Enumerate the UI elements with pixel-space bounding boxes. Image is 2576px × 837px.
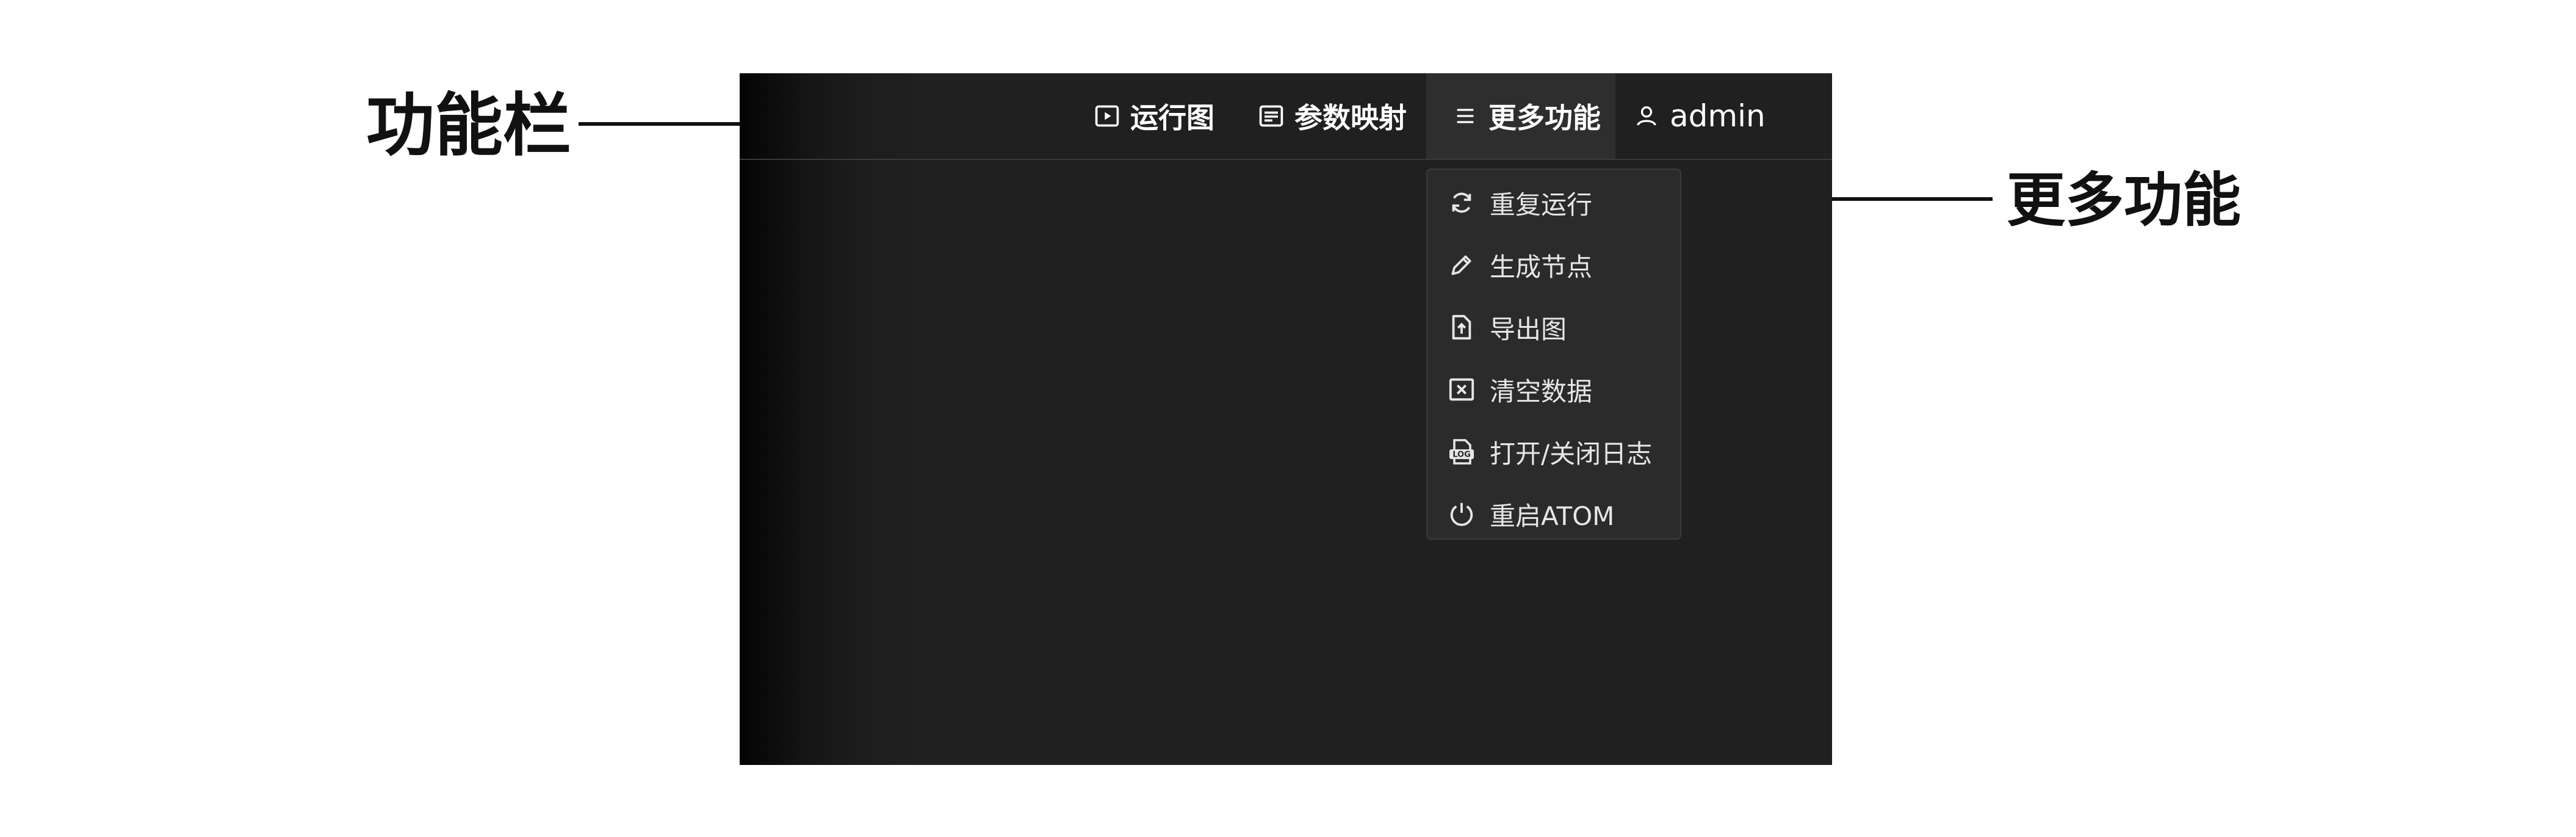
svg-text:LOG: LOG bbox=[1452, 451, 1471, 460]
nav-run-graph-label: 运行图 bbox=[1130, 101, 1214, 134]
nav-more-features-label: 更多功能 bbox=[1488, 101, 1601, 134]
list-box-icon bbox=[1257, 101, 1286, 131]
play-box-icon bbox=[1092, 101, 1122, 131]
nav-run-graph[interactable]: 运行图 bbox=[1092, 73, 1214, 159]
pencil-icon bbox=[1446, 249, 1477, 281]
log-icon: LOG bbox=[1446, 436, 1477, 468]
menu-item-generate-node-label: 生成节点 bbox=[1490, 252, 1593, 282]
menu-item-restart-atom[interactable]: 重启ATOM bbox=[1427, 485, 1680, 543]
menu-item-generate-node[interactable]: 生成节点 bbox=[1427, 236, 1680, 294]
clear-box-icon bbox=[1446, 374, 1477, 405]
menu-item-restart-atom-label: 重启ATOM bbox=[1490, 501, 1615, 531]
nav-param-mapping[interactable]: 参数映射 bbox=[1257, 73, 1407, 159]
menu-item-export-graph[interactable]: 导出图 bbox=[1427, 298, 1680, 357]
menu-item-clear-data[interactable]: 清空数据 bbox=[1427, 360, 1680, 419]
nav-param-mapping-label: 参数映射 bbox=[1294, 101, 1407, 134]
more-callout-label: 更多功能 bbox=[2007, 166, 2241, 234]
toolbar-callout-label: 功能栏 bbox=[366, 86, 571, 165]
nav-user-admin[interactable]: admin bbox=[1632, 73, 1766, 159]
nav-user-admin-label: admin bbox=[1670, 98, 1766, 134]
menu-item-rerun-label: 重复运行 bbox=[1490, 189, 1593, 220]
menu-item-clear-data-label: 清空数据 bbox=[1490, 376, 1593, 407]
menu-item-rerun[interactable]: 重复运行 bbox=[1427, 173, 1680, 232]
menu-item-export-graph-label: 导出图 bbox=[1490, 314, 1567, 344]
refresh-icon bbox=[1446, 187, 1477, 219]
nav-more-features[interactable]: 更多功能 bbox=[1426, 73, 1615, 159]
menu-item-toggle-log[interactable]: LOG 打开/关闭日志 bbox=[1427, 422, 1680, 481]
app-window: 运行图 参数映射 更多功能 admin 重复运行 生成节点 导出图 清空数据 L… bbox=[740, 73, 1832, 765]
user-icon bbox=[1632, 101, 1661, 131]
power-icon bbox=[1446, 498, 1477, 530]
more-features-dropdown: 重复运行 生成节点 导出图 清空数据 LOG 打开/关闭日志 重启ATOM bbox=[1426, 168, 1681, 540]
file-upload-icon bbox=[1446, 311, 1477, 343]
top-nav-bar: 运行图 参数映射 更多功能 admin bbox=[740, 73, 1832, 160]
hamburger-menu-icon bbox=[1451, 101, 1480, 131]
menu-item-toggle-log-label: 打开/关闭日志 bbox=[1490, 438, 1653, 469]
